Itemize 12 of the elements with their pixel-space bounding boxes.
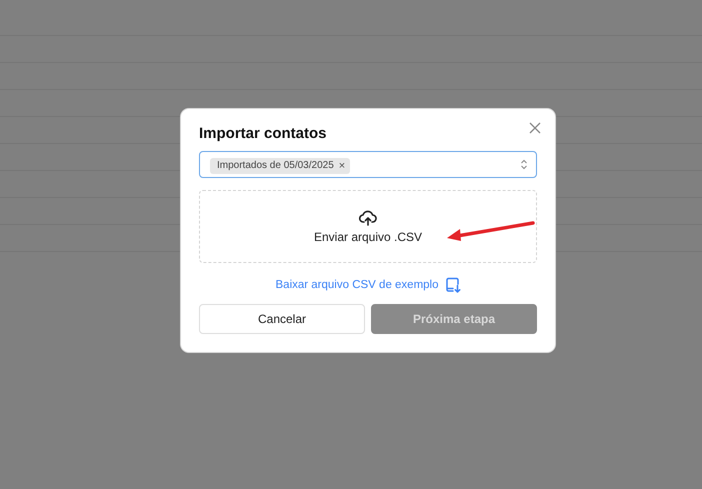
download-icon (444, 277, 460, 293)
cancel-button[interactable]: Cancelar (199, 304, 365, 334)
cloud-upload-icon (359, 210, 377, 226)
upload-label: Enviar arquivo .CSV (314, 230, 422, 244)
remove-tag-button[interactable]: × (338, 160, 346, 172)
dialog-title: Importar contatos (199, 125, 327, 142)
download-example-link[interactable]: Baixar arquivo CSV de exemplo (276, 277, 460, 293)
chevron-updown-icon (520, 159, 528, 170)
tag-label: Importados de 05/03/2025 (217, 160, 334, 172)
upload-dropzone[interactable]: Enviar arquivo .CSV (199, 190, 537, 263)
close-icon[interactable] (529, 122, 541, 134)
tag-select-field[interactable]: Importados de 05/03/2025 × (199, 151, 537, 178)
